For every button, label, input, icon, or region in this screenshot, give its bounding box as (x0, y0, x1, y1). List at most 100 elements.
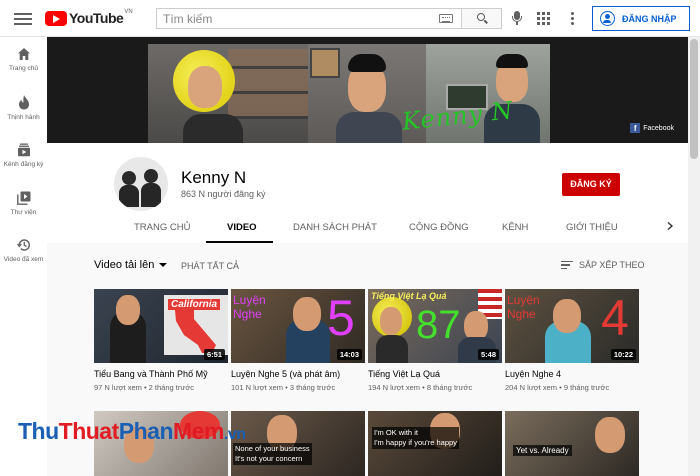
search-input[interactable] (157, 9, 439, 28)
thumbnail-overlay-number: 4 (601, 290, 629, 346)
tab-community[interactable]: CỘNG ĐỒNG (409, 222, 469, 233)
video-duration: 14:03 (336, 349, 362, 360)
apps-grid-icon[interactable] (537, 12, 550, 25)
search-icon (477, 13, 485, 21)
facebook-icon: f (630, 123, 641, 133)
video-title[interactable]: Luyện Nghe 4 (505, 369, 639, 379)
video-thumbnail[interactable]: Yet vs. Already (505, 411, 639, 476)
thumbnail-overlay-text: I'm OK with it I'm happy if you're happy (372, 427, 459, 449)
thumbnail-overlay-number: 5 (327, 290, 355, 346)
keyboard-icon[interactable] (439, 14, 453, 23)
sort-icon (561, 260, 573, 270)
thumbnail-overlay-number: 87 (416, 303, 461, 347)
thumbnail-overlay-text: Tiếng Việt Lạ Quá (371, 291, 447, 301)
sidebar-item-trending[interactable]: Thịnh hành (0, 95, 47, 141)
sidebar-item-subscriptions[interactable]: Kênh đăng ký (0, 143, 47, 189)
sidebar-item-label: Video đã xem (3, 256, 44, 263)
sidebar: Trang chủ Thịnh hành Kênh đăng ký Thư vi… (0, 37, 47, 476)
site-watermark: ThuThuatPhanMem.vn (18, 418, 246, 445)
channel-tabs: TRANG CHỦ VIDEO DANH SÁCH PHÁT CỘNG ĐỒNG… (47, 215, 688, 243)
channel-banner: Kenny N f Facebook (47, 37, 688, 143)
page-scrollbar[interactable] (688, 37, 700, 476)
video-thumbnail[interactable]: Luyện Nghe 4 10:22 (505, 289, 639, 363)
signin-button[interactable]: ĐĂNG NHẬP (592, 6, 690, 31)
channel-name: Kenny N (181, 168, 247, 187)
search-box (156, 8, 502, 29)
scrollbar-thumb[interactable] (690, 39, 698, 159)
more-vertical-icon[interactable] (571, 12, 575, 26)
logo-text: YouTube (69, 10, 124, 26)
watermark-part: Thuat (58, 418, 120, 444)
video-duration: 10:22 (610, 349, 636, 360)
video-card[interactable]: Luyện Nghe 4 10:22 Luyện Nghe 4 204 N lư… (505, 289, 639, 392)
uploads-dropdown[interactable]: Video tải lên (94, 259, 168, 271)
home-icon (17, 48, 30, 60)
video-title[interactable]: Tiếng Việt Lạ Quá (368, 369, 502, 379)
youtube-play-icon (45, 10, 67, 26)
chevron-right-icon[interactable] (666, 222, 674, 230)
video-duration: 6:51 (203, 349, 225, 360)
video-title[interactable]: Luyện Nghe 5 (và phát âm) (231, 369, 365, 379)
video-meta: 101 N lượt xem • 3 tháng trước (231, 383, 336, 392)
sidebar-item-label: Trang chủ (8, 65, 39, 72)
caret-down-icon (159, 263, 168, 267)
watermark-part: Thu (18, 418, 59, 444)
search-button[interactable] (461, 9, 501, 28)
tab-playlists[interactable]: DANH SÁCH PHÁT (293, 222, 377, 233)
video-filter-bar: Video tải lên PHÁT TẤT CẢ SẮP XẾP THEO (47, 243, 688, 289)
watermark-part: Phan (118, 418, 174, 444)
tab-videos[interactable]: VIDEO (227, 222, 257, 233)
video-thumbnail[interactable]: Luyện Nghe 5 14:03 (231, 289, 365, 363)
video-thumbnail[interactable]: None of your business It's not your conc… (231, 411, 365, 476)
video-card[interactable]: I'm OK with it I'm happy if you're happy (368, 411, 502, 476)
video-thumbnail[interactable]: I'm OK with it I'm happy if you're happy (368, 411, 502, 476)
watermark-part: .vn (223, 426, 246, 443)
video-card[interactable]: None of your business It's not your conc… (231, 411, 365, 476)
thumbnail-overlay-text: California (168, 299, 221, 310)
sidebar-item-library[interactable]: Thư viện (0, 191, 47, 237)
facebook-label: Facebook (643, 124, 674, 132)
sidebar-item-home[interactable]: Trang chủ (0, 47, 47, 93)
sidebar-item-label: Thư viện (10, 209, 37, 216)
subscriber-count: 863 N người đăng ký (181, 189, 266, 199)
video-meta: 194 N lượt xem • 8 tháng trước (368, 383, 473, 392)
video-card[interactable]: Tiếng Việt Lạ Quá 87 5:48 Tiếng Việt Lạ … (368, 289, 502, 392)
tab-channels[interactable]: KÊNH (502, 222, 528, 233)
flame-icon (18, 95, 29, 110)
top-bar: YouTube VN ĐĂNG NHẬP (0, 0, 700, 37)
video-duration: 5:48 (477, 349, 499, 360)
video-grid: California 6:51 Tiểu Bang và Thành Phố M… (94, 289, 654, 476)
tab-about[interactable]: GIỚI THIỆU (566, 222, 618, 233)
sort-by-button[interactable]: SẮP XẾP THEO (561, 260, 645, 270)
video-card[interactable]: Luyện Nghe 5 14:03 Luyện Nghe 5 (và phát… (231, 289, 365, 392)
video-meta: 204 N lượt xem • 9 tháng trước (505, 383, 610, 392)
microphone-icon[interactable] (511, 11, 523, 27)
sidebar-item-history[interactable]: Video đã xem (0, 238, 47, 284)
uploads-dropdown-label: Video tải lên (94, 259, 155, 271)
tab-home[interactable]: TRANG CHỦ (134, 222, 190, 233)
video-card[interactable]: California 6:51 Tiểu Bang và Thành Phố M… (94, 289, 228, 392)
sidebar-item-label: Thịnh hành (7, 114, 40, 121)
video-card[interactable]: Yet vs. Already (505, 411, 639, 476)
youtube-logo[interactable]: YouTube VN (45, 9, 133, 26)
logo-country: VN (124, 9, 133, 15)
video-meta: 97 N lượt xem • 2 tháng trước (94, 383, 195, 392)
thumbnail-overlay-text: Luyện Nghe (507, 293, 540, 321)
video-thumbnail[interactable]: Tiếng Việt Lạ Quá 87 5:48 (368, 289, 502, 363)
video-title[interactable]: Tiểu Bang và Thành Phố Mỹ (94, 369, 228, 379)
subscribe-button[interactable]: ĐĂNG KÝ (562, 173, 620, 196)
play-all-button[interactable]: PHÁT TẤT CẢ (181, 261, 239, 271)
facebook-link[interactable]: f Facebook (630, 123, 674, 133)
thumbnail-overlay-text: None of your business It's not your conc… (233, 443, 312, 465)
watermark-part: Mem (173, 418, 224, 444)
history-icon (16, 239, 30, 251)
video-thumbnail[interactable]: California 6:51 (94, 289, 228, 363)
menu-icon[interactable] (14, 10, 32, 26)
subscriptions-icon (17, 143, 30, 157)
channel-header: Kenny N 863 N người đăng ký ĐĂNG KÝ TRAN… (47, 143, 688, 243)
channel-avatar[interactable] (114, 157, 168, 211)
thumbnail-overlay-text: Yet vs. Already (513, 445, 572, 456)
library-icon (16, 191, 30, 205)
sort-by-label: SẮP XẾP THEO (579, 260, 645, 270)
sidebar-item-label: Kênh đăng ký (3, 161, 44, 168)
